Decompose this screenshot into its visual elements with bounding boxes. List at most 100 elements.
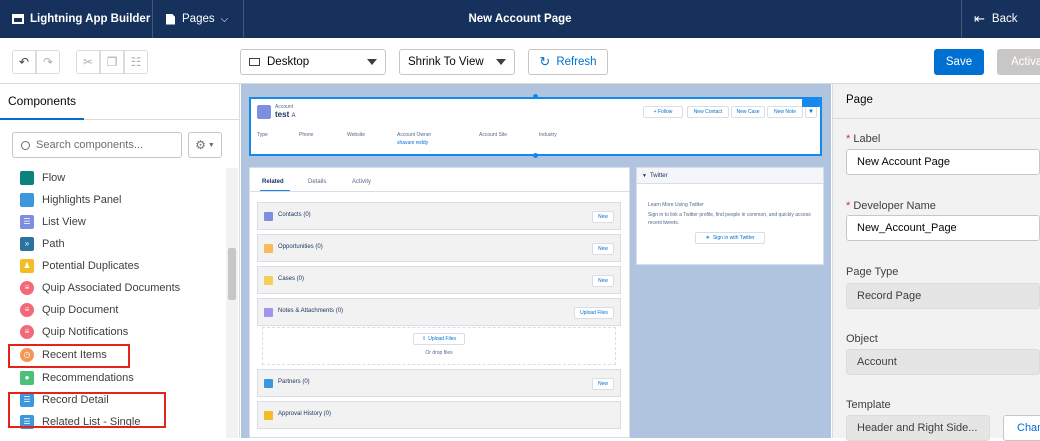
components-tab[interactable]: Components xyxy=(8,94,76,108)
component-list-view[interactable]: ☰ List View xyxy=(20,212,86,232)
component-label: Quip Document xyxy=(42,304,119,316)
undo-icon: ↶ xyxy=(18,55,30,69)
new-button[interactable]: New xyxy=(592,243,614,255)
quip-icon: ≡ xyxy=(20,281,34,295)
canvas-highlights-panel[interactable]: Account test A + Follow New Contact New … xyxy=(249,97,822,156)
cases-icon xyxy=(264,276,273,285)
tab-details[interactable]: Details xyxy=(308,179,326,185)
related-list-cases[interactable]: Cases (0) New xyxy=(257,266,621,294)
page-title: New Account Page xyxy=(468,13,572,25)
upload-files-button[interactable]: Upload Files xyxy=(574,307,614,319)
component-quip-document[interactable]: ≡ Quip Document xyxy=(20,300,118,320)
component-label: Path xyxy=(42,238,65,250)
settings-menu-button[interactable]: ⚙ ▼ xyxy=(188,132,222,158)
components-scrollbar-thumb[interactable] xyxy=(228,248,236,300)
undo-button[interactable]: ↶ xyxy=(12,50,36,74)
components-scrollbar[interactable] xyxy=(226,168,238,438)
related-list-partners[interactable]: Partners (0) New xyxy=(257,369,621,397)
change-template-button[interactable]: Chan xyxy=(1003,415,1040,441)
component-label: Potential Duplicates xyxy=(42,260,140,272)
related-list-title: Approval History (0) xyxy=(278,411,332,417)
upload-files-drop-button[interactable]: ⇧ Upload Files xyxy=(413,333,465,345)
resize-handle-top[interactable] xyxy=(533,94,538,99)
developer-name-field-label: * Developer Name xyxy=(846,200,936,212)
label-field-label: * Label xyxy=(846,133,881,145)
redo-button[interactable]: ↷ xyxy=(36,50,60,74)
new-note-button[interactable]: New Note xyxy=(767,106,803,118)
pages-menu[interactable]: Pages ⌵ xyxy=(166,0,228,38)
copy-button[interactable]: ❐ xyxy=(100,50,124,74)
component-flow[interactable]: Flow xyxy=(20,168,65,188)
resize-handle-bottom[interactable] xyxy=(533,153,538,158)
field-label-type: Type xyxy=(257,132,268,138)
component-quip-notifications[interactable]: ≡ Quip Notifications xyxy=(20,322,128,342)
refresh-button[interactable]: ↻ Refresh xyxy=(528,49,608,75)
account-icon xyxy=(257,105,271,119)
new-button[interactable]: New xyxy=(592,275,614,287)
field-label-account-owner: Account Owner xyxy=(397,132,432,138)
back-button[interactable]: ⇤ Back xyxy=(974,0,1017,38)
highlights-record-name: test A xyxy=(275,110,296,119)
caret-down-icon xyxy=(367,59,377,65)
builder-toolbar: ↶ ↷ ✂ ❐ ☷ Desktop Shrink To View ↻ Refre… xyxy=(0,38,1040,84)
path-icon: » xyxy=(20,237,34,251)
highlight-box-recent-items xyxy=(8,344,130,368)
template-label: Template xyxy=(846,399,891,411)
label-input[interactable]: New Account Page xyxy=(846,149,1040,175)
more-actions-button[interactable]: ▼ xyxy=(805,106,817,118)
tab-related[interactable]: Related xyxy=(262,179,284,185)
account-owner-link[interactable]: shavani reddy xyxy=(397,140,428,146)
related-list-opportunities[interactable]: Opportunities (0) New xyxy=(257,234,621,262)
sign-in-twitter-button[interactable]: ❖ Sign in with Twitter xyxy=(695,232,765,244)
component-recommendations[interactable]: ● Recommendations xyxy=(20,368,134,388)
new-contact-button[interactable]: New Contact xyxy=(687,106,729,118)
device-select[interactable]: Desktop xyxy=(240,49,386,75)
device-select-value: Desktop xyxy=(267,56,310,68)
template-value: Header and Right Side... xyxy=(846,415,990,441)
twitter-title: Learn More Using Twitter xyxy=(648,202,704,208)
file-drop-zone[interactable]: ⇧ Upload Files Or drop files xyxy=(262,327,616,365)
app-header: Lightning App Builder Pages ⌵ New Accoun… xyxy=(0,0,1040,38)
zoom-select[interactable]: Shrink To View xyxy=(399,49,515,75)
component-highlights-panel[interactable]: Highlights Panel xyxy=(20,190,122,210)
related-list-contacts[interactable]: Contacts (0) New xyxy=(257,202,621,230)
twitter-bird-icon: ❖ xyxy=(705,235,710,241)
component-label: Recommendations xyxy=(42,372,134,384)
tab-activity[interactable]: Activity xyxy=(352,179,371,185)
developer-name-input[interactable]: New_Account_Page xyxy=(846,215,1040,241)
canvas-twitter-card[interactable]: ▼ Twitter Learn More Using Twitter Sign i… xyxy=(636,167,824,265)
related-list-title: Contacts (0) xyxy=(278,212,311,218)
gear-icon: ⚙ xyxy=(195,138,206,152)
related-list-approval-history[interactable]: Approval History (0) xyxy=(257,401,621,429)
object-value: Account xyxy=(846,349,1040,375)
activation-button[interactable]: Activa xyxy=(997,49,1040,75)
refresh-label: Refresh xyxy=(556,56,597,68)
component-actions-toolbar[interactable] xyxy=(802,99,820,107)
refresh-icon: ↻ xyxy=(539,54,551,69)
search-components-input[interactable]: Search components... xyxy=(12,132,182,158)
new-button[interactable]: New xyxy=(592,378,614,390)
pages-label: Pages xyxy=(182,13,215,25)
related-list-title: Opportunities (0) xyxy=(278,244,323,250)
component-potential-duplicates[interactable]: ♟ Potential Duplicates xyxy=(20,256,139,276)
cut-button[interactable]: ✂ xyxy=(76,50,100,74)
component-label: Quip Associated Documents xyxy=(42,282,181,294)
save-button[interactable]: Save xyxy=(934,49,984,75)
related-list-notes-attachments[interactable]: Notes & Attachments (0) Upload Files xyxy=(257,298,621,326)
upload-icon: ⇧ xyxy=(422,336,427,342)
paste-button[interactable]: ☷ xyxy=(124,50,148,74)
follow-button[interactable]: + Follow xyxy=(643,106,683,118)
new-button[interactable]: New xyxy=(592,211,614,223)
field-label-website: Website xyxy=(347,132,365,138)
component-quip-associated-documents[interactable]: ≡ Quip Associated Documents xyxy=(20,278,180,298)
desktop-icon xyxy=(249,58,260,66)
field-label-industry: Industry xyxy=(539,132,557,138)
back-arrow-icon: ⇤ xyxy=(974,11,985,26)
component-path[interactable]: » Path xyxy=(20,234,65,254)
paste-icon: ☷ xyxy=(130,55,142,69)
app-name: Lightning App Builder xyxy=(12,0,150,38)
copy-icon: ❐ xyxy=(106,55,118,69)
recommendations-icon: ● xyxy=(20,371,34,385)
new-case-button[interactable]: New Case xyxy=(731,106,765,118)
search-placeholder: Search components... xyxy=(36,139,144,151)
